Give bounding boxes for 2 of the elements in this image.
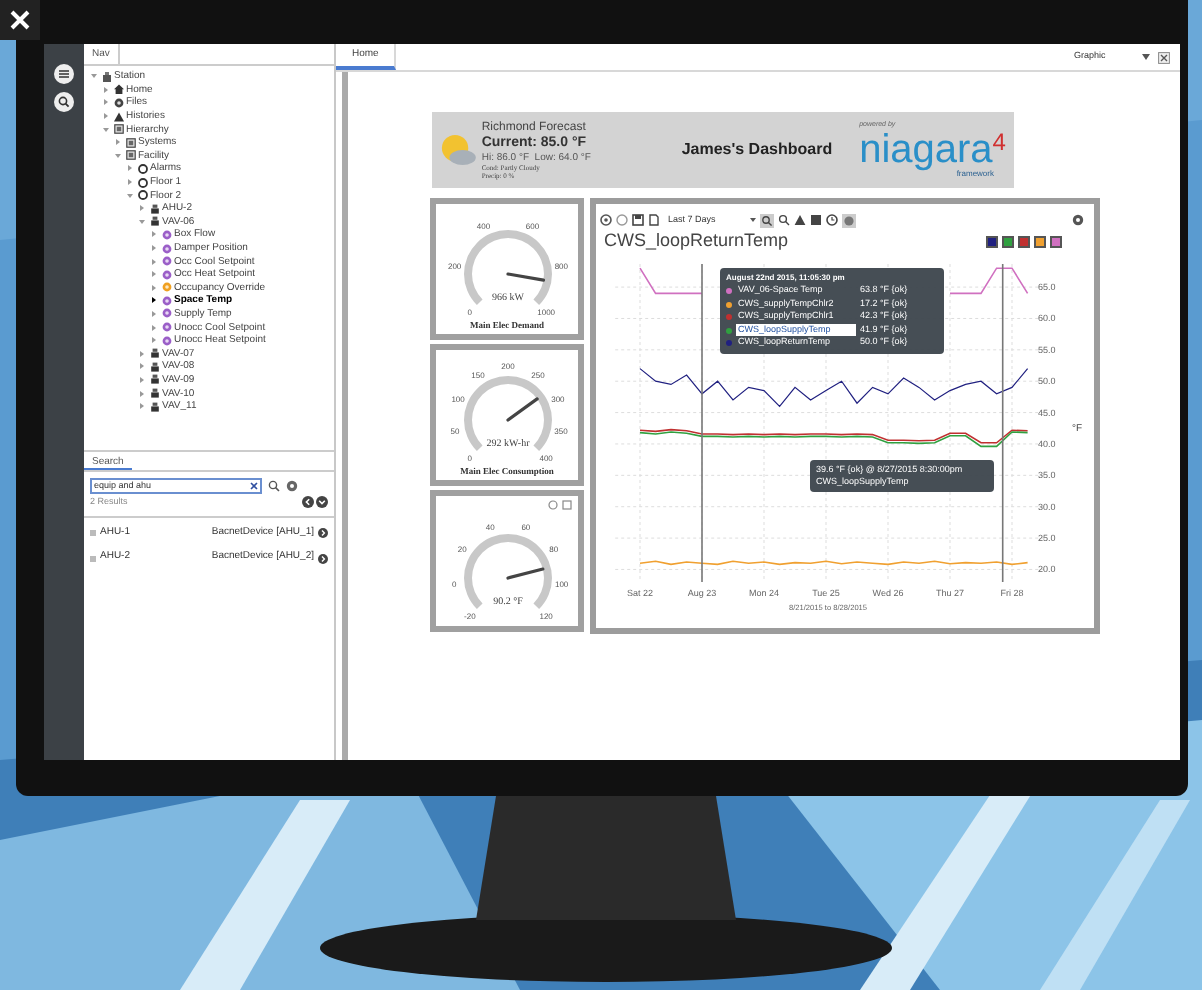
chart-title: CWS_loopReturnTemp [604,228,791,255]
dashboard-title: James's Dashboard [679,138,835,162]
